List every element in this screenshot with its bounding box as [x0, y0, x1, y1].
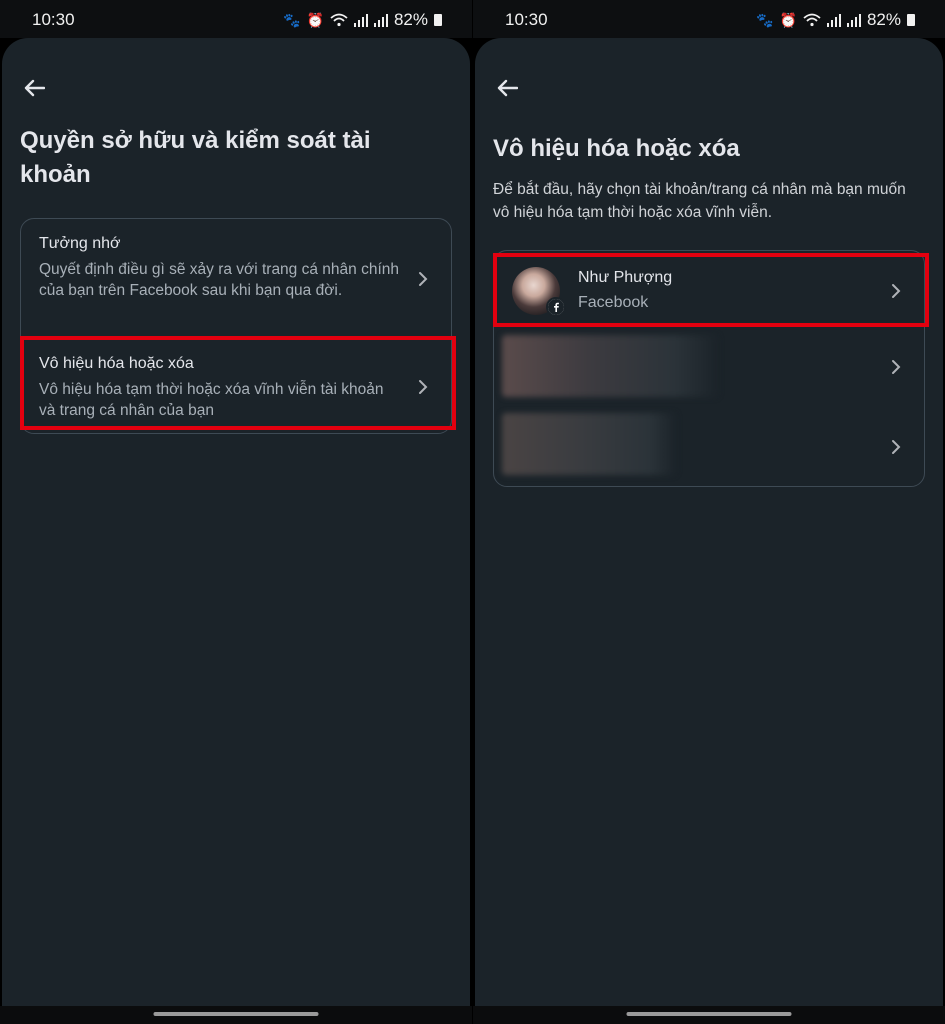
status-time: 10:30: [505, 10, 548, 29]
alarm-icon: ⏰: [306, 11, 324, 28]
highlight-box: [20, 336, 456, 430]
blurred-account-row[interactable]: [494, 411, 924, 483]
left-screen: 10:30 🐾 ⏰ 82% Quyền sở hữu và kiểm soát …: [0, 0, 472, 1024]
status-bar: 10:30 🐾 ⏰ 82%: [0, 0, 472, 38]
signal-icon: [353, 13, 368, 27]
item-title: Tưởng nhớ: [39, 235, 121, 252]
chevron-right-icon: [419, 272, 428, 286]
settings-panel: Quyền sở hữu và kiểm soát tài khoản Tưởn…: [2, 38, 470, 1006]
status-time: 10:30: [32, 10, 75, 29]
memorialization-item[interactable]: Tưởng nhớ Quyết định điều gì sẽ xảy ra v…: [21, 219, 451, 335]
back-arrow-icon: [497, 79, 518, 97]
chevron-right-icon: [892, 360, 901, 374]
wifi-icon: [330, 13, 348, 27]
status-icons: 🐾 ⏰ 82%: [283, 10, 442, 30]
navigation-bar: [0, 1006, 472, 1024]
highlight-box: [493, 253, 929, 327]
blurred-account-row[interactable]: [494, 331, 924, 403]
paw-icon: 🐾: [756, 11, 774, 28]
status-bar: 10:30 🐾 ⏰ 82%: [473, 0, 945, 38]
battery-percent: 82%: [393, 10, 428, 29]
chevron-right-icon: [892, 440, 901, 454]
signal-icon: [826, 13, 841, 27]
page-description: Để bắt đầu, hãy chọn tài khoản/trang cá …: [493, 181, 906, 221]
blurred-content: [502, 335, 718, 397]
signal-icon: [846, 13, 861, 27]
settings-panel: Vô hiệu hóa hoặc xóa Để bắt đầu, hãy chọ…: [475, 38, 943, 1006]
status-icons: 🐾 ⏰ 82%: [756, 10, 915, 30]
blurred-content: [502, 413, 676, 475]
battery-icon: [907, 14, 915, 26]
back-arrow-icon: [24, 79, 45, 97]
back-button[interactable]: [493, 74, 521, 102]
back-button[interactable]: [20, 74, 48, 102]
page-title: Quyền sở hữu và kiểm soát tài khoản: [20, 127, 371, 188]
signal-icon: [373, 13, 388, 27]
right-screen: 10:30 🐾 ⏰ 82% Vô hiệu hóa hoặc xóa Để bắ…: [473, 0, 945, 1024]
alarm-icon: ⏰: [779, 11, 797, 28]
wifi-icon: [803, 13, 821, 27]
page-title: Vô hiệu hóa hoặc xóa: [493, 135, 740, 162]
item-description: Quyết định điều gì sẽ xảy ra với trang c…: [39, 261, 399, 299]
home-indicator[interactable]: [626, 1012, 792, 1016]
paw-icon: 🐾: [283, 11, 301, 28]
battery-icon: [434, 14, 442, 26]
battery-percent: 82%: [866, 10, 901, 29]
home-indicator[interactable]: [153, 1012, 319, 1016]
navigation-bar: [473, 1006, 945, 1024]
